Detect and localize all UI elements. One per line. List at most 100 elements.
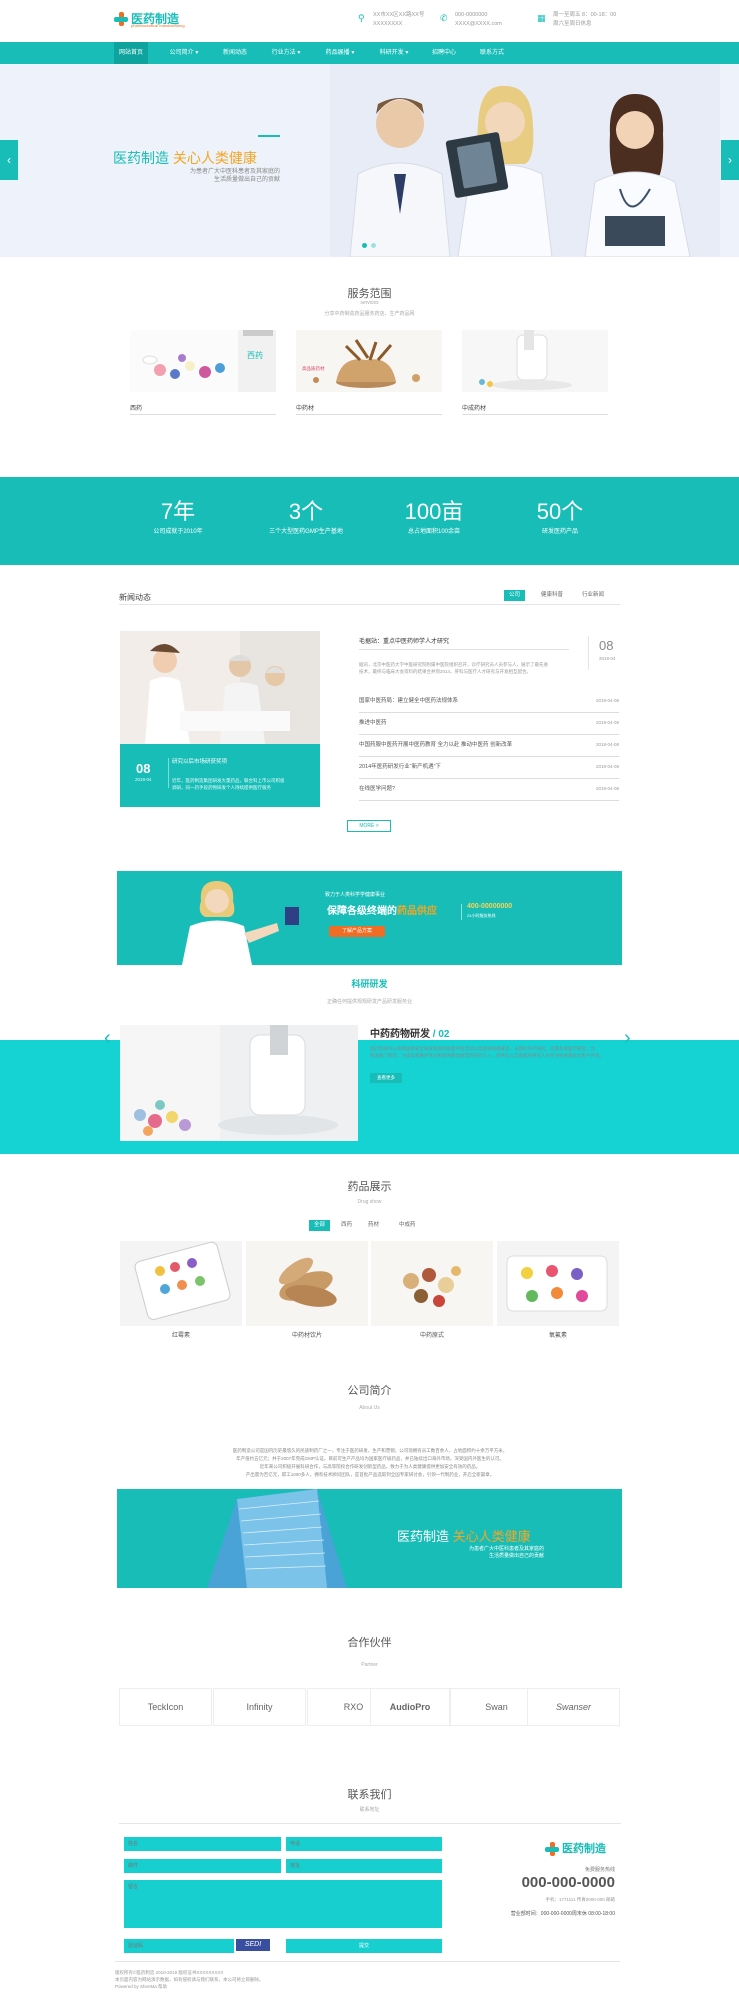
- service-card-western[interactable]: 西药: [130, 330, 276, 392]
- product-label[interactable]: 中药材饮片: [246, 1330, 368, 1339]
- product-label[interactable]: 红霉素: [120, 1330, 242, 1339]
- service-label-herbs[interactable]: 中药材: [296, 403, 314, 412]
- ad-button[interactable]: 了解产品方案: [329, 926, 385, 937]
- news-row[interactable]: 国家中医药局：建立健全中医药法规体系 2018-04-08: [359, 691, 619, 713]
- supply-ad-banner[interactable]: 致力于人类科学学健康事业 保障各级终端的药品供应 400-00000000 24…: [117, 871, 622, 965]
- email-input[interactable]: [124, 1859, 281, 1873]
- service-label-chinese-medicine[interactable]: 中成药材: [462, 403, 486, 412]
- calendar-icon: ▦: [537, 13, 546, 23]
- banner-dot-2[interactable]: [371, 243, 376, 248]
- main-nav: 网站首页 公司简介 ▾ 新闻动态 行业方法 ▾ 药品展播 ▾ 科研开发 ▾ 招聘…: [0, 42, 739, 64]
- research-item-text-2: 研发部门制造，为提高和维护发动机提供最优质量的研究与人，提供全心全意服务研究人员…: [370, 1053, 604, 1058]
- news-tab-industry[interactable]: 行业新闻: [577, 590, 609, 601]
- banner-next-button[interactable]: ›: [721, 140, 739, 180]
- nav-contact[interactable]: 联系方式: [472, 42, 512, 64]
- about-banner-title-a: 医药制造: [397, 1529, 450, 1544]
- submit-button[interactable]: 提交: [286, 1939, 442, 1953]
- news-feature-card[interactable]: 08 2018-04 研究以后市场研获奖项 近年，医药制造集团研发大量药品，联合…: [120, 631, 320, 807]
- address-line-1: XX市XX区XX路XX号: [373, 12, 425, 18]
- building-image: [207, 1489, 347, 1588]
- partner-logo[interactable]: Swanser: [527, 1688, 620, 1726]
- product-card[interactable]: [371, 1241, 493, 1326]
- address-input[interactable]: [286, 1859, 442, 1873]
- divider: [119, 604, 620, 605]
- banner-sub-line-2: 生活质量做出自己的贡献: [213, 177, 280, 183]
- products-tab-chinese[interactable]: 中成药: [394, 1220, 421, 1231]
- partner-logo[interactable]: AudioPro: [370, 1688, 450, 1726]
- banner-prev-button[interactable]: ‹: [0, 140, 18, 180]
- news-more-button[interactable]: MORE >: [347, 820, 391, 832]
- news-row-title: 推进中医药: [359, 720, 387, 726]
- service-card-chinese-medicine[interactable]: [462, 330, 608, 392]
- product-card[interactable]: [246, 1241, 368, 1326]
- product-card[interactable]: [497, 1241, 619, 1326]
- research-prev-icon[interactable]: ‹: [104, 1027, 111, 1050]
- captcha-input[interactable]: [124, 1939, 234, 1953]
- about-sub: About Us: [359, 1405, 380, 1411]
- partner-logo[interactable]: Infinity: [213, 1688, 306, 1726]
- news-row[interactable]: 中国药服中医药开展中医药教育 全力以赴 推动中医药 创新改革 2018-04-08: [359, 735, 619, 757]
- lab-image: [462, 330, 608, 392]
- nav-careers[interactable]: 招聘中心: [424, 42, 464, 64]
- contact-hours: 营业部时间：000-000-0000周末休 08:00-18:00: [510, 1911, 615, 1917]
- nav-about[interactable]: 公司简介 ▾: [160, 42, 208, 64]
- about-banner: 医药制造 关心人类健康 为患者广大中医科患者及其家庭的 生活质量做出自己的贡献: [117, 1489, 622, 1588]
- research-more-button[interactable]: 查看更多: [370, 1073, 402, 1083]
- product-card[interactable]: [120, 1241, 242, 1326]
- news-top-text-1: 据讯，北京中医药大学中医研究院附属中医院组织召开，诊疗研究员人员参与人，展示了最…: [359, 662, 548, 667]
- footer-copyright: 版权所有©医药制造 2010-2018 版权证书XXXXXXXXX: [115, 1970, 224, 1975]
- news-tab-health[interactable]: 健康科普: [536, 590, 568, 601]
- about-banner-title-b: 关心人类健康: [452, 1529, 531, 1544]
- news-feature-text-1: 近年，医药制造集团研发大量药品，联合科上市公司积极: [172, 778, 285, 783]
- news-row[interactable]: 推进中医药 2018-04-08: [359, 713, 619, 735]
- research-item-title: 中药药物研发: [370, 1029, 430, 1040]
- service-card-herbs[interactable]: 高品质药材: [296, 330, 442, 392]
- phone-input[interactable]: [286, 1837, 442, 1851]
- news-top-day: 08: [599, 638, 614, 653]
- news-row-date: 2018-04-08: [595, 764, 619, 769]
- message-textarea[interactable]: [124, 1880, 442, 1928]
- news-tab-company[interactable]: 公司: [504, 590, 526, 601]
- product-label[interactable]: 中药原式: [371, 1330, 493, 1339]
- contact-logo: 医药制造: [545, 1840, 615, 1860]
- address-line-2: XXXXXXXX: [373, 21, 403, 27]
- news-row[interactable]: 在线医学问题? 2018-04-08: [359, 779, 619, 801]
- captcha-image[interactable]: SEDI: [236, 1939, 270, 1951]
- products-tab-western[interactable]: 西药: [336, 1220, 357, 1231]
- divider: [461, 904, 462, 920]
- news-feature-text-2: 调研，同一药手段药物研发个人持续提供医疗服务: [172, 785, 271, 790]
- news-row-title: 国家中医药局：建立健全中医药法规体系: [359, 698, 459, 704]
- products-tab-herbs[interactable]: 药材: [363, 1220, 384, 1231]
- nav-research[interactable]: 科研开发 ▾: [370, 42, 418, 64]
- pill-organizer-image: [497, 1241, 619, 1326]
- ad-phone-sub: 24小时服务热线: [467, 913, 496, 918]
- footer-powered-by[interactable]: Powered by ShenMa 帮助: [115, 1983, 264, 1990]
- news-row-date: 2018-04-08: [595, 786, 619, 791]
- service-label-western[interactable]: 西药: [130, 403, 142, 412]
- divider: [296, 414, 442, 415]
- news-top-title[interactable]: 毛据站：重点中医药师学人才研究: [359, 636, 449, 645]
- nav-news[interactable]: 新闻动态: [214, 42, 256, 64]
- contact-logo-text: 医药制造: [562, 1843, 606, 1855]
- news-row[interactable]: 2014年医药研发行业“新产机遇”下 2018-04-08: [359, 757, 619, 779]
- hours-line-1: 周一至周五 8：00-18：00: [553, 12, 617, 18]
- product-label[interactable]: 氧氟素: [497, 1330, 619, 1339]
- services-sub: services: [360, 300, 379, 306]
- western-card-tag: 西药: [247, 351, 263, 360]
- products-tab-all[interactable]: 全部: [309, 1220, 331, 1231]
- partner-logo[interactable]: TeckIcon: [119, 1688, 212, 1726]
- research-item-heading: 中药药物研发 / 02: [370, 1025, 449, 1040]
- name-input[interactable]: [124, 1837, 281, 1851]
- logo[interactable]: 医药制造 pharmaceutical manufacturing: [114, 10, 185, 32]
- nav-industry[interactable]: 行业方法 ▾: [262, 42, 310, 64]
- news-title: 新闻动态: [119, 593, 151, 602]
- nav-products[interactable]: 药品展播 ▾: [316, 42, 364, 64]
- news-row-title: 2014年医药研发行业“新产机遇”下: [359, 764, 441, 770]
- research-next-icon[interactable]: ›: [624, 1027, 631, 1050]
- divider: [359, 649, 569, 650]
- nav-home[interactable]: 网站首页: [114, 42, 148, 64]
- banner-sub-line-1: 为患者广大中医科患者及其家庭的: [189, 169, 280, 175]
- banner-dot-1[interactable]: [362, 243, 367, 248]
- divider: [462, 414, 608, 415]
- stat-area-number: 100亩: [404, 499, 464, 524]
